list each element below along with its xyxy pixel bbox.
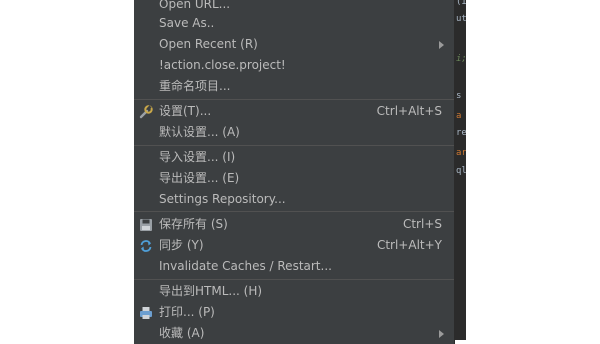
code-fragment: s [456, 91, 462, 101]
printer-icon [138, 305, 154, 321]
menu-separator [134, 211, 454, 212]
menu-item-label: 同步 (Y) [159, 238, 204, 252]
menu-item-default-settings[interactable]: 默认设置... (A) [134, 122, 454, 143]
menu-item-invalidate-caches[interactable]: Invalidate Caches / Restart... [134, 256, 454, 277]
menu-item-print[interactable]: 打印... (P) [134, 302, 454, 323]
menu-item-favorites[interactable]: 收藏 (A) [134, 323, 454, 344]
submenu-arrow-icon [439, 41, 444, 49]
menu-item-save-all[interactable]: 保存所有 (S) Ctrl+S [134, 214, 454, 235]
submenu-arrow-icon [439, 330, 444, 338]
menu-item-label: !action.close.project! [159, 58, 286, 72]
menu-item-label: Settings Repository... [159, 192, 286, 206]
menu-item-shortcut: Ctrl+Alt+S [376, 104, 442, 118]
menu-item-label: Invalidate Caches / Restart... [159, 259, 332, 273]
menu-item-export-html[interactable]: 导出到HTML... (H) [134, 281, 454, 302]
menu-item-open-recent[interactable]: Open Recent (R) [134, 34, 454, 55]
code-fragment: a [456, 111, 462, 121]
code-fragment: (I [456, 0, 466, 7]
menu-item-import-settings[interactable]: 导入设置... (I) [134, 147, 454, 168]
menu-item-shortcut: Ctrl+S [402, 217, 442, 231]
menu-item-settings[interactable]: 设置(T)... Ctrl+Alt+S [134, 101, 454, 122]
menu-item-label: 导出设置... (E) [159, 171, 240, 185]
code-fragment: re [456, 128, 466, 138]
menu-item-label: 默认设置... (A) [159, 125, 240, 139]
menu-item-synchronize[interactable]: 同步 (Y) Ctrl+Alt+Y [134, 235, 454, 256]
save-disk-icon [138, 217, 154, 233]
sync-icon [138, 238, 154, 254]
menu-item-shortcut: Ctrl+Alt+Y [376, 238, 442, 252]
menu-separator [134, 279, 454, 280]
file-menu-dropdown: Open URL... Save As.. Open Recent (R) !a… [134, 0, 455, 344]
menu-item-settings-repository[interactable]: Settings Repository... [134, 189, 454, 210]
menu-item-export-settings[interactable]: 导出设置... (E) [134, 168, 454, 189]
code-fragment: i; [456, 54, 466, 64]
menu-separator [134, 145, 454, 146]
menu-item-label: Open Recent (R) [159, 37, 258, 51]
menu-item-label: 导出到HTML... (H) [159, 284, 263, 298]
menu-item-close-project[interactable]: !action.close.project! [134, 55, 454, 76]
code-fragment: ar [456, 148, 466, 158]
menu-item-label: 设置(T)... [159, 104, 212, 118]
menu-separator [134, 99, 454, 100]
menu-item-label: Save As.. [159, 16, 215, 30]
menu-item-rename-project[interactable]: 重命名项目... [134, 76, 454, 97]
menu-item-label: 收藏 (A) [159, 326, 205, 340]
code-fragment: ql [456, 166, 466, 176]
code-fragment: ut [456, 14, 466, 24]
menu-item-label: 导入设置... (I) [159, 150, 236, 164]
wrench-icon [138, 104, 154, 120]
menu-item-label: 打印... (P) [159, 305, 215, 319]
menu-item-save-as[interactable]: Save As.. [134, 13, 454, 34]
menu-item-label: 重命名项目... [159, 79, 231, 93]
menu-item-label: 保存所有 (S) [159, 217, 228, 231]
